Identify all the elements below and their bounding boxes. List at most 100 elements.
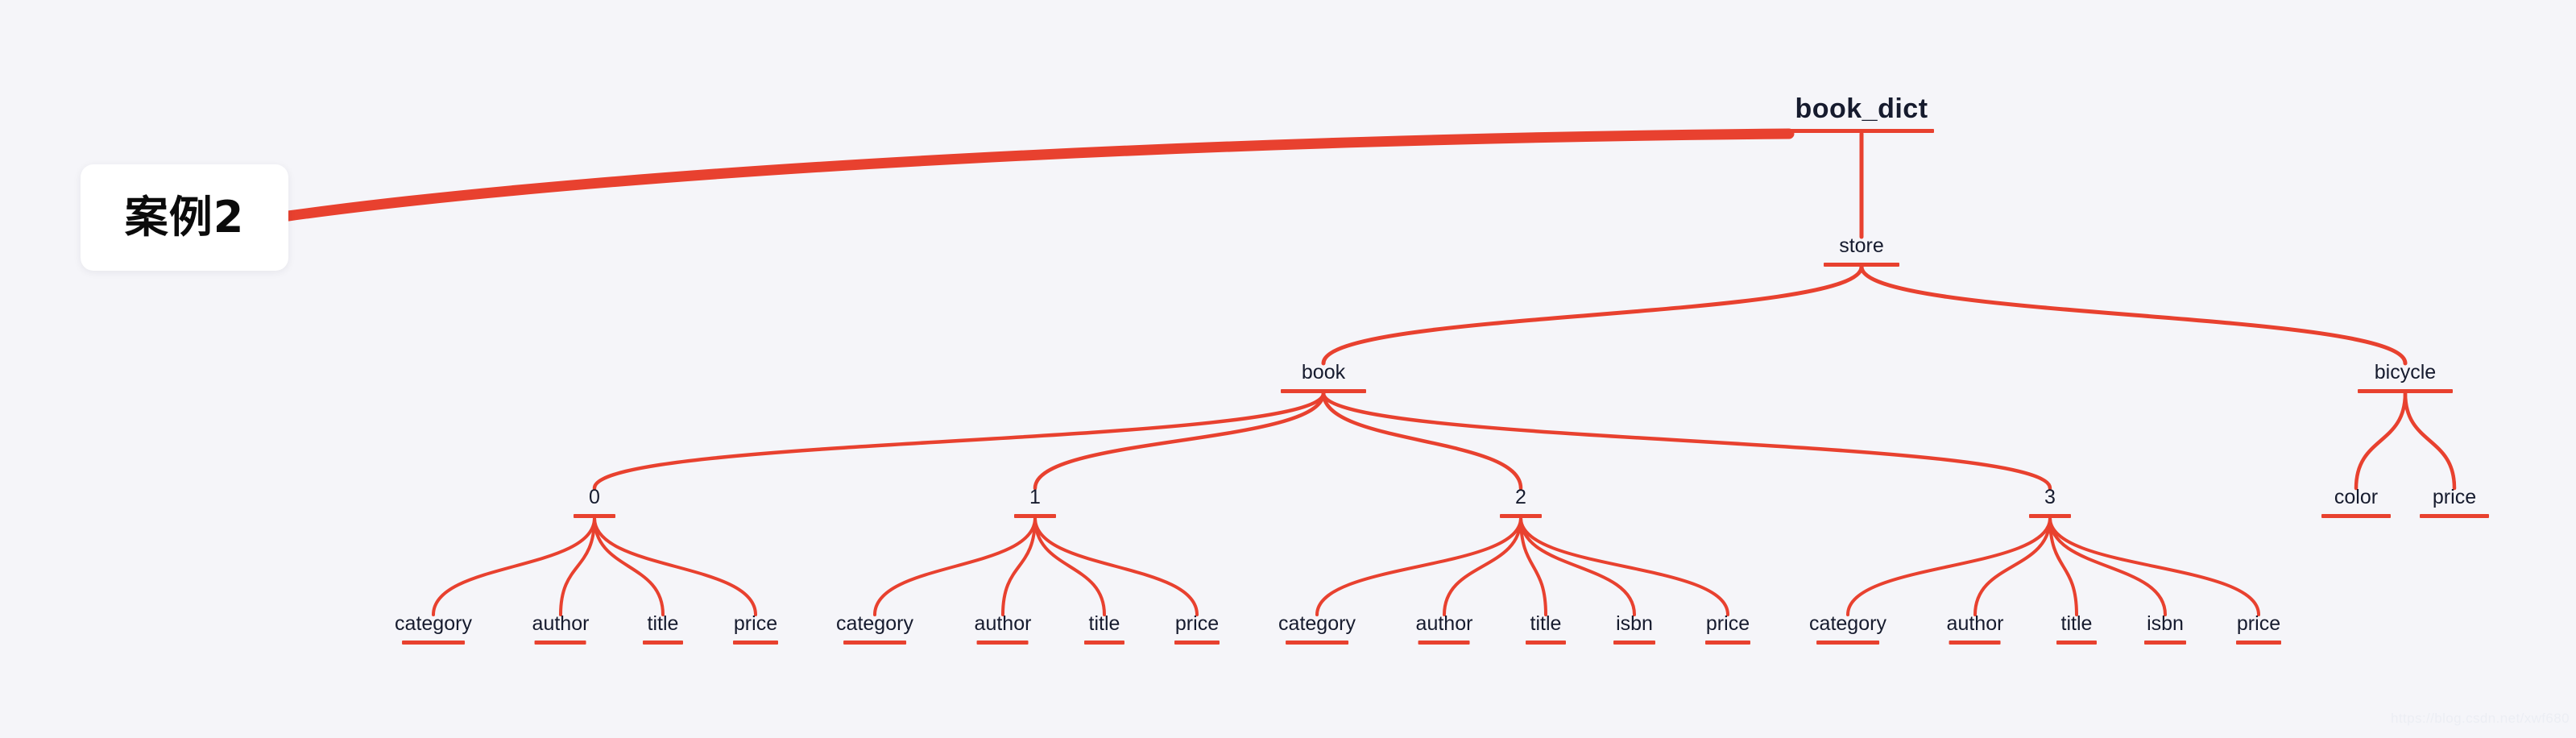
tree-node-label: isbn [1616,612,1653,635]
tree-node-underline [1613,640,1655,645]
tree-node-b2_price[interactable]: price [1705,612,1750,645]
tree-node-label: book [1301,361,1346,384]
tree-connector [2403,391,2457,491]
tree-node-underline [2144,640,2186,645]
tree-node-book[interactable]: book [1281,361,1366,393]
tree-node-b2_title[interactable]: title [1526,612,1566,645]
tree-node-b2[interactable]: 2 [1500,486,1542,518]
tree-node-bi_color[interactable]: color [2321,486,2391,518]
tree-node-b0_title[interactable]: title [643,612,683,645]
tree-node-label: 2 [1515,486,1526,508]
tree-node-b1_title[interactable]: title [1084,612,1124,645]
mindmap-canvas: 案例2 book_dictstore book bicycle 0 1 2 3 color pr… [0,0,2576,738]
tree-node-b2_isbn[interactable]: isbn [1613,612,1655,645]
root-trunk-connector [283,128,1795,222]
tree-connector [2048,516,2260,616]
tree-node-underline [843,640,906,645]
tree-node-b1_author[interactable]: author [974,612,1032,645]
tree-node-label: author [974,612,1032,635]
tree-node-underline [534,640,586,645]
tree-connector [1315,516,1522,616]
tree-node-underline [1418,640,1470,645]
tree-connector [1321,391,2052,491]
tree-node-underline [643,640,683,645]
tree-node-b3[interactable]: 3 [2029,486,2071,518]
tree-node-b2_category[interactable]: category [1278,612,1356,645]
tree-node-b3_category[interactable]: category [1809,612,1886,645]
tree-connector [1846,516,2052,616]
tree-connector [2048,516,2167,616]
watermark-text: https://blog.csdn.net/xwf680 [2391,711,2570,726]
tree-connector [592,391,1326,491]
tree-node-store[interactable]: store [1824,234,1899,267]
tree-node-label: store [1839,234,1884,257]
tree-node-label: book_dict [1795,93,1928,124]
tree-node-label: 0 [589,486,600,508]
tree-node-label: color [2334,486,2379,508]
tree-node-underline [2029,513,2071,518]
tree-node-underline [1705,640,1750,645]
tree-node-label: author [1946,612,2004,635]
tree-node-b0[interactable]: 0 [574,486,615,518]
tree-node-b1_category[interactable]: category [836,612,913,645]
tree-node-underline [976,640,1029,645]
tree-node-b3_isbn[interactable]: isbn [2144,612,2186,645]
tree-node-b2_author[interactable]: author [1415,612,1473,645]
tree-node-b1[interactable]: 1 [1014,486,1056,518]
root-case-card[interactable]: 案例2 [81,164,288,271]
tree-node-underline [2236,640,2281,645]
tree-node-b0_category[interactable]: category [395,612,472,645]
tree-node-underline [1526,640,1566,645]
tree-node-label: author [532,612,590,635]
tree-node-underline [2321,513,2391,518]
tree-node-b1_price[interactable]: price [1174,612,1220,645]
root-case-label: 案例2 [124,192,245,243]
tree-connector [1973,516,2052,616]
tree-node-b3_author[interactable]: author [1946,612,2004,645]
tree-connector [1033,516,1106,616]
tree-node-b3_title[interactable]: title [2056,612,2097,645]
tree-connector [2354,391,2408,491]
tree-node-underline [574,513,615,518]
tree-node-underline [2358,388,2453,393]
tree-node-label: category [1278,612,1356,635]
tree-node-label: price [1174,612,1220,635]
tree-connector [1321,391,1523,491]
tree-node-underline [1174,640,1220,645]
tree-node-underline [2056,640,2097,645]
tree-node-underline [1789,129,1934,134]
tree-node-underline [401,640,465,645]
tree-node-label: title [1530,612,1562,635]
tree-node-b3_price[interactable]: price [2236,612,2281,645]
tree-node-b0_author[interactable]: author [532,612,590,645]
tree-connector [1443,516,1522,616]
tree-node-underline [1014,513,1056,518]
tree-connector [2048,516,2078,616]
tree-connector [1033,391,1326,491]
tree-node-underline [1285,640,1348,645]
tree-connector [1033,516,1199,616]
tree-connector [432,516,596,616]
tree-node-label: 1 [1029,486,1041,508]
tree-connector [593,516,757,616]
tree-node-underline [1949,640,2001,645]
tree-node-label: category [395,612,472,635]
tree-node-bi_price[interactable]: price [2420,486,2489,518]
tree-connector [593,516,665,616]
tree-node-label: title [647,612,679,635]
tree-node-label: 3 [2044,486,2056,508]
tree-node-b0_price[interactable]: price [733,612,778,645]
tree-node-underline [1281,388,1366,393]
tree-node-bicycle[interactable]: bicycle [2358,361,2453,393]
tree-connector [559,516,596,616]
tree-node-underline [2420,513,2489,518]
tree-node-label: bicycle [2374,361,2437,384]
tree-connector [1519,516,1636,616]
tree-node-label: price [2432,486,2477,508]
tree-node-label: author [1415,612,1473,635]
tree-node-underline [733,640,778,645]
tree-node-label: category [1809,612,1886,635]
tree-node-label: category [836,612,913,635]
tree-node-book_dict[interactable]: book_dict [1789,93,1934,134]
tree-node-label: price [2236,612,2281,635]
